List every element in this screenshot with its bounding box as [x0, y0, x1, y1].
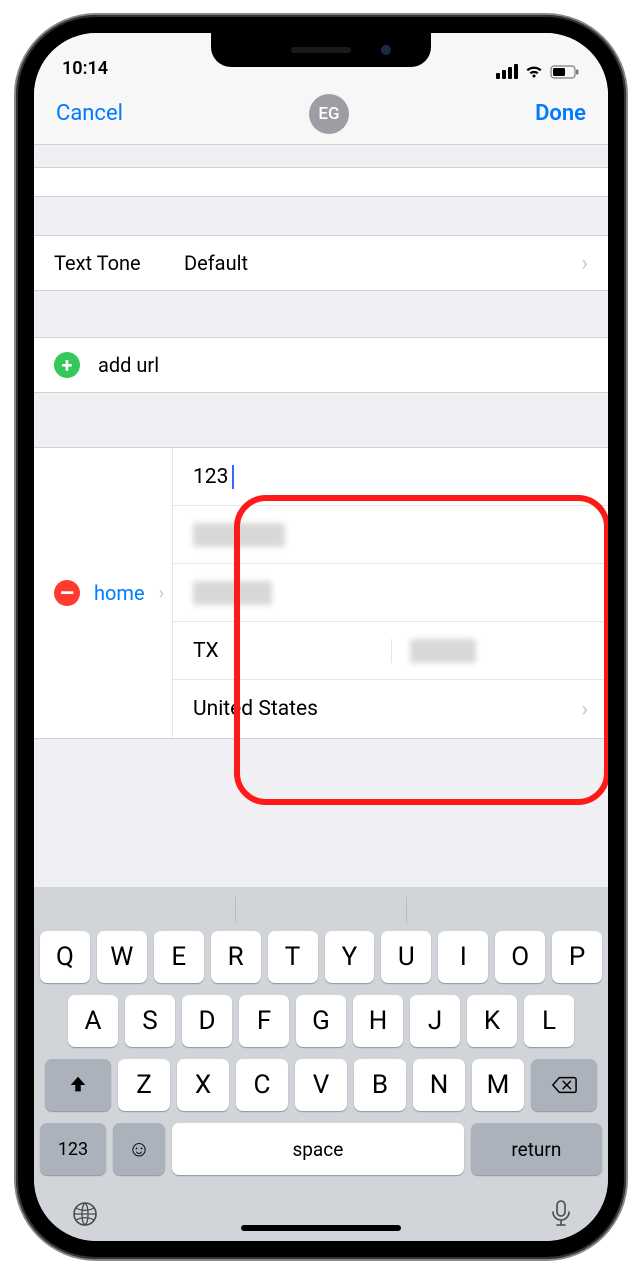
device-frame: 10:14 Cancel EG Done — [16, 15, 626, 1259]
key-u[interactable]: U — [381, 931, 431, 983]
key-j[interactable]: J — [410, 995, 460, 1047]
key-row-1: Q W E R T Y U I O P — [40, 931, 602, 983]
return-key[interactable]: return — [471, 1123, 602, 1175]
key-g[interactable]: G — [296, 995, 346, 1047]
notch — [211, 33, 431, 67]
text-tone-label: Text Tone — [54, 251, 184, 275]
key-d[interactable]: D — [182, 995, 232, 1047]
done-button[interactable]: Done — [535, 101, 586, 126]
battery-icon — [550, 65, 580, 79]
nav-bar: Cancel EG Done — [34, 83, 608, 145]
key-z[interactable]: Z — [118, 1059, 170, 1111]
state-zip-field[interactable]: TX XXXXX — [173, 622, 608, 680]
street2-field[interactable]: XXXXXXX — [173, 506, 608, 564]
key-w[interactable]: W — [97, 931, 147, 983]
address-type-button[interactable]: – home › — [34, 448, 173, 738]
street1-field[interactable]: 123 — [173, 448, 608, 506]
address-type-label: home — [94, 581, 145, 605]
key-y[interactable]: Y — [325, 931, 375, 983]
key-row-4: 123 ☺ space return — [40, 1123, 602, 1175]
key-o[interactable]: O — [495, 931, 545, 983]
space-key[interactable]: space — [172, 1123, 464, 1175]
content: Text Tone Default › + add url – home › — [34, 145, 608, 887]
chevron-right-icon: › — [159, 583, 164, 604]
key-p[interactable]: P — [552, 931, 602, 983]
add-url-row[interactable]: + add url — [34, 337, 608, 393]
key-a[interactable]: A — [68, 995, 118, 1047]
text-cursor — [232, 465, 234, 489]
city-redacted: XXXXXX — [193, 581, 272, 605]
keyboard: Q W E R T Y U I O P A S D F G H J K L — [34, 887, 608, 1241]
partial-row[interactable] — [34, 167, 608, 197]
status-time: 10:14 — [62, 58, 108, 79]
shift-key[interactable] — [45, 1059, 111, 1111]
key-r[interactable]: R — [211, 931, 261, 983]
street1-value: 123 — [193, 465, 228, 489]
key-t[interactable]: T — [268, 931, 318, 983]
home-indicator[interactable] — [241, 1225, 401, 1231]
backspace-key[interactable] — [531, 1059, 597, 1111]
key-k[interactable]: K — [467, 995, 517, 1047]
plus-icon: + — [54, 352, 80, 378]
globe-icon[interactable] — [70, 1199, 100, 1229]
key-v[interactable]: V — [295, 1059, 347, 1111]
city-field[interactable]: XXXXXX — [173, 564, 608, 622]
minus-icon[interactable]: – — [54, 580, 80, 606]
key-q[interactable]: Q — [40, 931, 90, 983]
address-block: – home › 123 XXXXXXX XXXXXX — [34, 447, 608, 739]
key-row-2: A S D F G H J K L — [40, 995, 602, 1047]
state-value: TX — [193, 639, 219, 663]
signal-icon — [496, 64, 518, 79]
key-h[interactable]: H — [353, 995, 403, 1047]
key-b[interactable]: B — [354, 1059, 406, 1111]
key-i[interactable]: I — [438, 931, 488, 983]
numbers-key[interactable]: 123 — [40, 1123, 106, 1175]
chevron-right-icon: › — [581, 251, 588, 276]
avatar[interactable]: EG — [309, 94, 349, 134]
key-s[interactable]: S — [125, 995, 175, 1047]
country-field[interactable]: United States › — [173, 680, 608, 738]
cancel-button[interactable]: Cancel — [56, 101, 123, 126]
screen: 10:14 Cancel EG Done — [34, 33, 608, 1241]
add-url-label: add url — [98, 353, 159, 377]
wifi-icon — [524, 64, 544, 79]
emoji-key[interactable]: ☺ — [113, 1123, 165, 1175]
key-row-3: Z X C V B N M — [40, 1059, 602, 1111]
mic-icon[interactable] — [550, 1199, 572, 1229]
address-fields: 123 XXXXXXX XXXXXX TX — [173, 448, 608, 738]
key-n[interactable]: N — [413, 1059, 465, 1111]
avatar-initials: EG — [318, 104, 339, 124]
key-e[interactable]: E — [154, 931, 204, 983]
street2-redacted: XXXXXXX — [193, 523, 285, 547]
zip-redacted: XXXXX — [410, 639, 476, 663]
key-m[interactable]: M — [472, 1059, 524, 1111]
predictive-bar — [40, 897, 602, 927]
key-f[interactable]: F — [239, 995, 289, 1047]
key-l[interactable]: L — [524, 995, 574, 1047]
key-x[interactable]: X — [177, 1059, 229, 1111]
country-value: United States — [193, 697, 581, 721]
key-c[interactable]: C — [236, 1059, 288, 1111]
text-tone-row[interactable]: Text Tone Default › — [34, 235, 608, 291]
status-right — [496, 64, 580, 79]
text-tone-value: Default — [184, 251, 581, 275]
chevron-right-icon: › — [581, 697, 588, 722]
